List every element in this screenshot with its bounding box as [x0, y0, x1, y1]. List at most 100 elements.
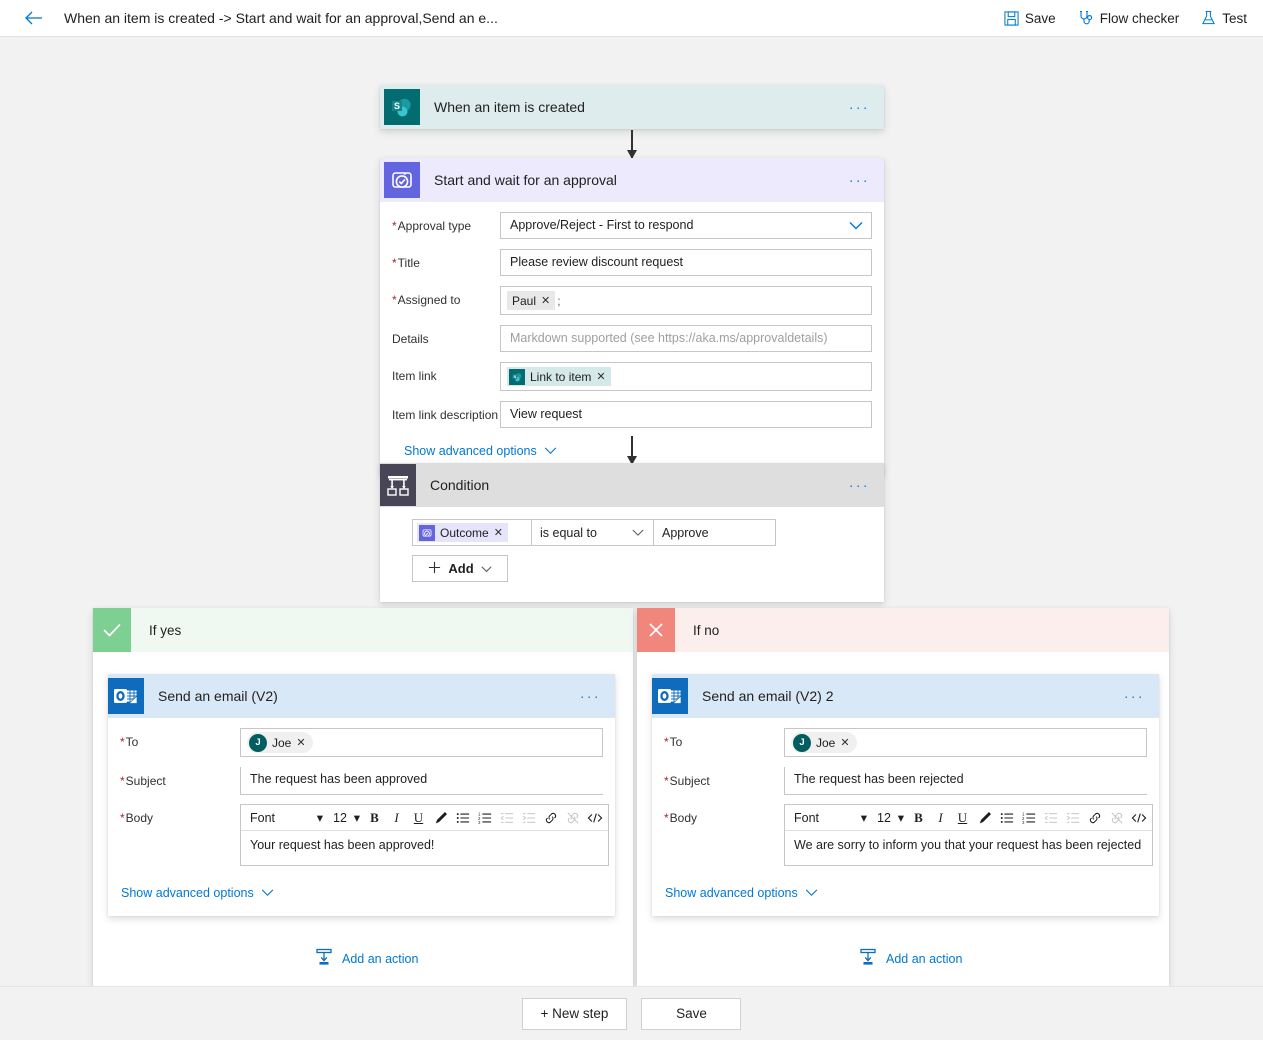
insert-link-button[interactable] — [540, 807, 561, 828]
decrease-indent-button[interactable] — [1040, 807, 1061, 828]
bold-button[interactable]: B — [908, 807, 929, 828]
action-card-send-email-yes[interactable]: Send an email (V2) ··· *To J Joe ✕ *Subj… — [108, 674, 615, 916]
footer-save-button[interactable]: Save — [641, 997, 742, 1030]
trigger-card-menu-button[interactable]: ··· — [849, 100, 870, 114]
branch-if-yes-label: If yes — [149, 622, 182, 638]
condition-operator-select[interactable]: is equal to — [532, 519, 654, 546]
action-card-start-and-wait-for-approval[interactable]: Start and wait for an approval ··· *Appr… — [380, 158, 884, 474]
approval-type-select[interactable]: Approve/Reject - First to respond — [500, 212, 872, 239]
new-step-button[interactable]: + New step — [521, 997, 628, 1030]
font-dropdown[interactable]: Font ▾ — [788, 810, 872, 826]
font-size-dropdown[interactable]: 12 ▾ — [329, 810, 363, 826]
back-arrow-icon[interactable] — [22, 7, 44, 29]
italic-button[interactable]: I — [386, 807, 407, 828]
font-size-dropdown[interactable]: 12 ▾ — [873, 810, 907, 826]
footer-action-bar: + New step Save — [0, 986, 1263, 1040]
email-subject-input-yes[interactable]: The request has been approved — [240, 767, 603, 794]
email-body-content-no[interactable]: We are sorry to inform you that your req… — [785, 831, 1152, 865]
save-button[interactable]: Save — [1002, 7, 1058, 30]
remove-token-icon[interactable]: ✕ — [840, 736, 849, 749]
decrease-indent-button[interactable] — [496, 807, 517, 828]
approval-title-input[interactable]: Please review discount request — [500, 249, 872, 276]
control-card-condition[interactable]: Condition ··· Outcome ✕ is equal to Appr… — [380, 463, 884, 602]
field-email-body-no: *Body Font ▾ 12 ▾ B I U 1 2 3 We are sor… — [664, 804, 1153, 866]
bulleted-list-button[interactable] — [996, 807, 1017, 828]
remove-token-icon[interactable]: ✕ — [541, 294, 550, 307]
trigger-card-when-item-created[interactable]: S When an item is created ··· — [380, 85, 884, 129]
send-email-no-menu-button[interactable]: ··· — [1124, 689, 1145, 703]
underline-button[interactable]: U — [408, 807, 429, 828]
insert-link-button[interactable] — [1084, 807, 1105, 828]
send-email-yes-title: Send an email (V2) — [158, 688, 278, 704]
add-an-action-button-no[interactable]: Add an action — [859, 948, 962, 969]
chevron-down-icon — [261, 886, 274, 900]
token-chip-joe[interactable]: J Joe ✕ — [791, 732, 857, 753]
italic-button[interactable]: I — [930, 807, 951, 828]
numbered-list-button[interactable]: 1 2 3 — [474, 807, 495, 828]
approval-title-label: *Title — [392, 256, 420, 270]
increase-indent-button[interactable] — [518, 807, 539, 828]
plus-icon — [428, 561, 441, 577]
code-view-button[interactable] — [584, 807, 605, 828]
token-label: Outcome — [440, 525, 489, 540]
email-to-label: *To — [120, 735, 139, 749]
test-button-label: Test — [1222, 10, 1247, 26]
send-email-yes-show-advanced-options-link[interactable]: Show advanced options — [121, 886, 274, 900]
email-body-richtext-editor-no[interactable]: Font ▾ 12 ▾ B I U 1 2 3 We are sorry to … — [784, 804, 1153, 866]
increase-indent-button[interactable] — [1062, 807, 1083, 828]
required-asterisk: * — [120, 811, 125, 825]
token-label: Joe — [816, 735, 836, 750]
font-size-label: 12 — [877, 810, 891, 825]
field-email-subject-yes: *Subject The request has been approved — [120, 767, 603, 794]
condition-right-operand-input[interactable]: Approve — [654, 519, 776, 546]
advanced-options-label: Show advanced options — [665, 886, 798, 900]
token-chip-paul[interactable]: Paul ✕ — [507, 291, 556, 310]
remove-token-icon[interactable]: ✕ — [494, 526, 503, 539]
field-email-subject-no: *Subject The request has been rejected — [664, 767, 1147, 794]
font-dropdown[interactable]: Font ▾ — [244, 810, 328, 826]
email-to-label: *To — [664, 735, 683, 749]
required-asterisk: * — [664, 811, 669, 825]
item-link-description-input[interactable]: View request — [500, 401, 872, 428]
assigned-to-input[interactable]: Paul ✕ ; — [500, 286, 872, 315]
email-body-richtext-editor-yes[interactable]: Font ▾ 12 ▾ B I U 1 2 3 Your request has… — [240, 804, 609, 866]
remove-token-icon[interactable]: ✕ — [596, 370, 605, 383]
flow-checker-button[interactable]: Flow checker — [1076, 6, 1182, 30]
approval-show-advanced-options-link[interactable]: Show advanced options — [404, 444, 557, 458]
chevron-down-icon: ▾ — [316, 811, 323, 825]
test-button[interactable]: Test — [1199, 6, 1249, 30]
remove-link-button[interactable] — [1106, 807, 1127, 828]
send-email-no-show-advanced-options-link[interactable]: Show advanced options — [665, 886, 818, 900]
email-body-content-yes[interactable]: Your request has been approved! — [241, 831, 608, 865]
item-link-label: Item link — [392, 369, 437, 383]
remove-token-icon[interactable]: ✕ — [296, 736, 305, 749]
token-chip-outcome[interactable]: Outcome ✕ — [417, 523, 508, 542]
approval-card-menu-button[interactable]: ··· — [849, 173, 870, 187]
command-bar-actions: Save Flow checker Test — [1002, 6, 1249, 30]
required-asterisk: * — [664, 735, 669, 749]
condition-add-button[interactable]: Add — [412, 555, 508, 582]
bulleted-list-button[interactable] — [452, 807, 473, 828]
condition-card-menu-button[interactable]: ··· — [849, 478, 870, 492]
underline-button[interactable]: U — [952, 807, 973, 828]
email-subject-input-no[interactable]: The request has been rejected — [784, 767, 1147, 794]
item-link-input[interactable]: S Link to item ✕ — [500, 362, 872, 391]
stethoscope-icon — [1078, 10, 1094, 26]
email-to-input-yes[interactable]: J Joe ✕ — [240, 728, 603, 757]
details-input[interactable]: Markdown supported (see https://aka.ms/a… — [500, 325, 872, 352]
condition-left-operand-field[interactable]: Outcome ✕ — [412, 519, 532, 546]
email-to-input-no[interactable]: J Joe ✕ — [784, 728, 1147, 757]
text-highlight-button[interactable] — [430, 807, 451, 828]
remove-link-button[interactable] — [562, 807, 583, 828]
send-email-yes-menu-button[interactable]: ··· — [580, 689, 601, 703]
token-chip-link-to-item[interactable]: S Link to item ✕ — [507, 367, 611, 386]
action-card-send-email-no[interactable]: Send an email (V2) 2 ··· *To J Joe ✕ *Su… — [652, 674, 1159, 916]
send-email-no-header: Send an email (V2) 2 ··· — [652, 674, 1159, 718]
code-view-button[interactable] — [1128, 807, 1149, 828]
token-chip-joe[interactable]: J Joe ✕ — [247, 732, 313, 753]
bold-button[interactable]: B — [364, 807, 385, 828]
text-highlight-button[interactable] — [974, 807, 995, 828]
flow-canvas: S When an item is created ··· Start and … — [0, 37, 1263, 1040]
add-an-action-button-yes[interactable]: Add an action — [315, 948, 418, 969]
numbered-list-button[interactable]: 1 2 3 — [1018, 807, 1039, 828]
